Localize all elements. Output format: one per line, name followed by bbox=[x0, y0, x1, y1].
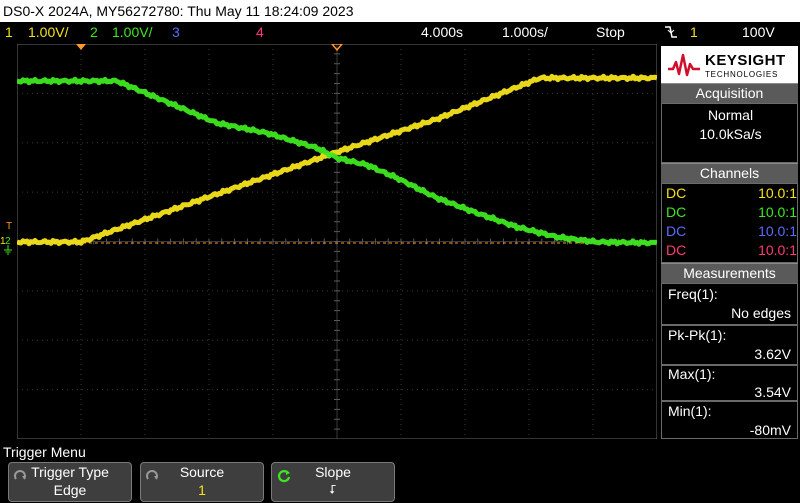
ch2-scale[interactable]: 1.00V/ bbox=[112, 22, 152, 42]
channel-4-coupling: DC bbox=[666, 242, 687, 258]
softkey-title: Slope bbox=[315, 464, 351, 480]
keysight-wave-icon bbox=[668, 53, 700, 77]
measurement-min[interactable]: Min(1): -80mV bbox=[661, 401, 798, 439]
channel-row-1[interactable]: DC 10.0:1 bbox=[666, 184, 797, 203]
softkey-value: Edge bbox=[53, 482, 87, 498]
status-bar: 1 1.00V/ 2 1.00V/ 3 4 4.000s 1.000s/ Sto… bbox=[0, 22, 800, 42]
channels-section: DC 10.0:1 DC 10.0:1 DC 10.0:1 DC 10.0:1 bbox=[661, 183, 798, 263]
channel-2-coupling: DC bbox=[666, 204, 687, 220]
info-panel: KEYSIGHT TECHNOLOGIES Acquisition Normal… bbox=[659, 44, 800, 439]
time-base[interactable]: 1.000s/ bbox=[502, 22, 548, 42]
channel-1-probe: 10.0:1 bbox=[758, 185, 797, 201]
source-softkey[interactable]: Source 1 bbox=[140, 462, 264, 502]
acquisition-mode: Normal bbox=[707, 107, 754, 123]
logo-sub: TECHNOLOGIES bbox=[705, 70, 779, 79]
softkey-menu: Trigger Menu Trigger Type Edge Source 1 … bbox=[0, 441, 800, 503]
measurements-header[interactable]: Measurements bbox=[661, 263, 798, 283]
acquisition-section: Normal 10.0kSa/s bbox=[661, 103, 798, 163]
measurement-max[interactable]: Max(1): 3.54V bbox=[661, 365, 798, 401]
trigger-type-softkey[interactable]: Trigger Type Edge bbox=[8, 462, 132, 502]
channel-2-probe: 10.0:1 bbox=[758, 204, 797, 220]
measurement-pkpk[interactable]: Pk-Pk(1): 3.62V bbox=[661, 325, 798, 365]
channel-row-4[interactable]: DC 10.0:1 bbox=[666, 241, 797, 260]
ch1-number[interactable]: 1 bbox=[5, 22, 13, 42]
slope-softkey[interactable]: Slope ⮦ bbox=[271, 462, 395, 502]
time-delay[interactable]: 4.000s bbox=[421, 22, 463, 42]
ch3-number[interactable]: 3 bbox=[172, 22, 180, 42]
channel-row-3[interactable]: DC 10.0:1 bbox=[666, 222, 797, 241]
trigger-level[interactable]: 100V bbox=[742, 22, 775, 42]
menu-title: Trigger Menu bbox=[3, 444, 86, 460]
measurement-label: Max(1): bbox=[668, 366, 716, 382]
falling-edge-icon bbox=[664, 24, 678, 45]
softkey-title: Trigger Type bbox=[31, 464, 109, 480]
keysight-logo: KEYSIGHT TECHNOLOGIES bbox=[661, 46, 798, 84]
softkey-value: ⮦ bbox=[329, 482, 337, 496]
waveform-display[interactable] bbox=[17, 44, 657, 439]
trigger-source[interactable]: 1 bbox=[690, 22, 698, 42]
logo-brand: KEYSIGHT bbox=[705, 52, 786, 69]
measurement-value: 3.54V bbox=[754, 384, 791, 400]
acquisition-header[interactable]: Acquisition bbox=[661, 83, 798, 103]
channel-1-coupling: DC bbox=[666, 185, 687, 201]
softkey-title: Source bbox=[179, 464, 225, 480]
measurement-value: -80mV bbox=[749, 422, 791, 438]
measurement-label: Min(1): bbox=[668, 403, 712, 419]
channel-row-2[interactable]: DC 10.0:1 bbox=[666, 203, 797, 222]
softkey-value: 1 bbox=[198, 482, 206, 498]
measurement-freq[interactable]: Freq(1): No edges bbox=[661, 283, 798, 325]
channel-markers: T 1 2 bbox=[0, 221, 12, 255]
channels-header[interactable]: Channels bbox=[661, 163, 798, 183]
channel-3-probe: 10.0:1 bbox=[758, 223, 797, 239]
measurement-label: Pk-Pk(1): bbox=[668, 327, 727, 343]
window-title: DS0-X 2024A, MY56272780: Thu May 11 18:2… bbox=[0, 0, 800, 22]
channel-3-coupling: DC bbox=[666, 223, 687, 239]
measurement-value: No edges bbox=[731, 305, 791, 321]
measurement-value: 3.62V bbox=[754, 346, 791, 362]
channel-4-probe: 10.0:1 bbox=[758, 242, 797, 258]
ch1-scale[interactable]: 1.00V/ bbox=[28, 22, 68, 42]
measurement-label: Freq(1): bbox=[668, 286, 718, 302]
ch2-number[interactable]: 2 bbox=[90, 22, 98, 42]
trigger-level-marker[interactable]: T bbox=[6, 221, 12, 232]
ch4-number[interactable]: 4 bbox=[256, 22, 264, 42]
run-state: Stop bbox=[596, 24, 625, 40]
sample-rate: 10.0kSa/s bbox=[699, 126, 762, 142]
